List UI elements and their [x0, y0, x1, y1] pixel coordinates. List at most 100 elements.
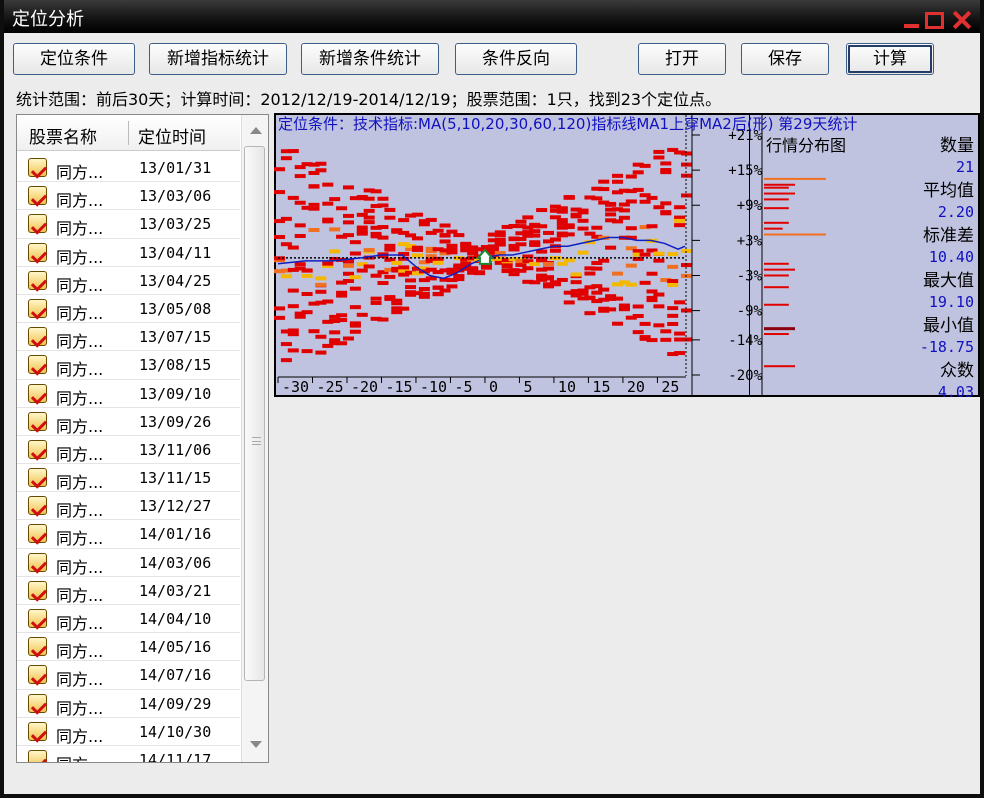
column-locate-time[interactable]: 定位时间 [138, 123, 206, 148]
stock-name: 同方... [56, 473, 104, 493]
x-tick-label: -5 [454, 378, 472, 396]
save-button[interactable]: 保存 [741, 43, 829, 75]
x-tick-label: -25 [316, 378, 343, 396]
heat-cell [363, 215, 375, 220]
chart-svg: +21%+15%+9%+3%-3%-9%-14%-20%-30 -25 -20 -15… [274, 113, 980, 397]
stock-name: 同方... [56, 557, 104, 577]
locate-date: 13/03/06 [139, 187, 212, 206]
maximize-icon[interactable] [925, 12, 944, 29]
list-item[interactable]: 同方... 13/04/25 [17, 267, 240, 295]
list-item[interactable]: 同方... 13/08/15 [17, 351, 240, 380]
list-item[interactable]: 同方... 14/05/16 [17, 633, 240, 662]
list-item[interactable]: 同方... 14/07/16 [17, 661, 240, 690]
list-item[interactable]: 同方... 13/07/15 [17, 323, 240, 352]
heat-cell [446, 250, 458, 255]
list-item[interactable]: 同方... 13/03/25 [17, 210, 240, 239]
list-item[interactable]: 同方... 14/03/06 [17, 549, 240, 577]
scroll-thumb[interactable] [244, 146, 265, 681]
list-item[interactable]: 同方... 13/11/06 [17, 436, 240, 465]
heat-cell [653, 149, 665, 154]
heat-cell [639, 321, 651, 326]
stock-name: 同方... [56, 275, 104, 295]
list-item[interactable]: 同方... 14/11/17 [17, 746, 240, 762]
heat-cell [667, 264, 679, 269]
add-indicator-stats-button[interactable]: 新增指标统计 [149, 43, 287, 75]
heat-cell [301, 268, 313, 273]
heat-cell [660, 201, 672, 206]
heat-cell [342, 213, 354, 218]
calculate-button[interactable]: 计算 [846, 43, 934, 75]
stock-name: 同方... [56, 332, 104, 352]
locate-condition-button[interactable]: 定位条件 [13, 43, 135, 75]
heat-cell [329, 197, 341, 202]
heat-cell [639, 199, 651, 204]
heat-cell [336, 341, 348, 346]
locate-date: 13/05/08 [139, 299, 212, 318]
stock-name: 同方... [56, 360, 104, 380]
title-bar: 定位分析 [4, 0, 980, 33]
locate-date: 13/01/31 [139, 159, 212, 177]
heat-cell [605, 202, 617, 207]
dist-bar [764, 333, 789, 336]
stat-label: 标准差 [923, 226, 974, 246]
heat-cell [315, 161, 327, 166]
list-item[interactable]: 同方... 14/10/30 [17, 718, 240, 746]
close-icon[interactable] [951, 10, 973, 30]
heat-cell [301, 349, 313, 354]
grip-icon [252, 437, 261, 445]
list-item[interactable]: 同方... 14/01/16 [17, 520, 240, 549]
heat-cell [674, 223, 686, 228]
stock-icon [28, 327, 47, 347]
heat-cell [632, 187, 644, 192]
heat-cell [349, 286, 361, 291]
heat-cell [515, 219, 527, 224]
stock-icon [28, 186, 47, 206]
list-item[interactable]: 同方... 13/04/11 [17, 239, 240, 267]
heat-cell [425, 217, 437, 222]
list-item[interactable]: 同方... 13/01/31 [17, 154, 240, 183]
dist-bar [764, 198, 789, 201]
list-item[interactable]: 同方... 14/09/29 [17, 690, 240, 718]
list-item[interactable]: 同方... 13/09/10 [17, 380, 240, 408]
stock-icon [28, 524, 47, 544]
list-item[interactable]: 同方... 13/11/15 [17, 464, 240, 493]
heat-cell [405, 278, 417, 283]
stock-name: 同方... [56, 191, 104, 211]
stock-name: 同方... [56, 670, 104, 690]
heat-cell [363, 208, 375, 213]
list-item[interactable]: 同方... 14/03/21 [17, 577, 240, 605]
heat-cell [667, 306, 679, 311]
list-item[interactable]: 同方... 13/12/27 [17, 492, 240, 521]
stock-name: 同方... [56, 751, 103, 762]
heat-cell [653, 205, 665, 210]
heat-cell [598, 179, 610, 184]
heat-cell [501, 264, 513, 269]
column-stock-name[interactable]: 股票名称 [29, 123, 97, 148]
minimize-icon[interactable] [901, 10, 923, 30]
heat-cell [418, 286, 430, 291]
open-button[interactable]: 打开 [638, 43, 726, 75]
heat-cell [515, 242, 527, 247]
reverse-condition-button[interactable]: 条件反向 [455, 43, 577, 75]
heat-cell [549, 237, 561, 242]
app-window: 定位分析 定位条件 新增指标统计 新增条件统计 条件反向 打开 保存 计算 统计… [0, 0, 984, 798]
list-item[interactable]: 同方... 13/05/08 [17, 295, 240, 324]
list-item[interactable]: 同方... 13/09/26 [17, 408, 240, 436]
heat-cell [556, 218, 568, 223]
list-item[interactable]: 同方... 14/04/10 [17, 605, 240, 634]
scroll-up-icon[interactable] [250, 127, 262, 134]
x-tick-label: 15 [592, 378, 610, 396]
heat-cell [563, 258, 575, 263]
heat-cell [625, 282, 637, 287]
heat-cell [632, 170, 644, 175]
add-condition-stats-button[interactable]: 新增条件统计 [301, 43, 439, 75]
heat-cell [667, 313, 679, 318]
heat-cell [398, 218, 410, 223]
heat-cell [411, 236, 423, 241]
list-scrollbar[interactable] [241, 115, 268, 762]
column-divider[interactable] [128, 121, 129, 145]
scroll-down-icon[interactable] [250, 741, 262, 748]
heat-cell [591, 266, 603, 271]
heat-cell [405, 285, 417, 290]
list-item[interactable]: 同方... 13/03/06 [17, 182, 240, 211]
